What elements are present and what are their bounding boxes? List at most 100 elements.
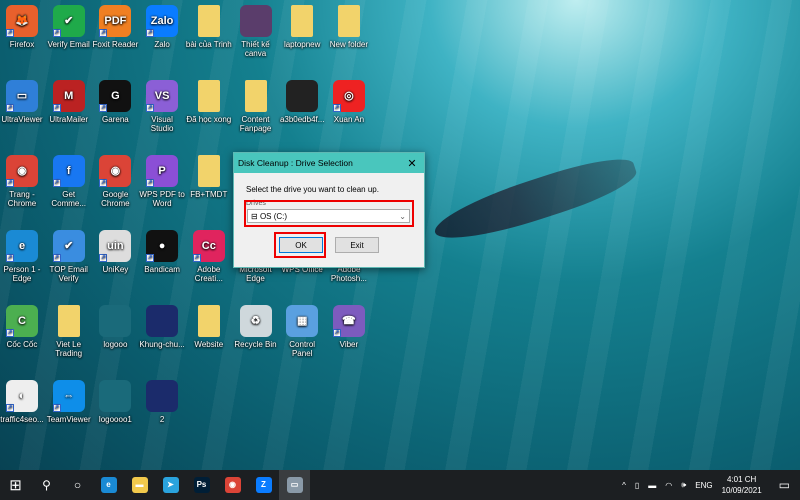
disk-cleanup-icon: ▭ [286, 477, 303, 493]
shortcut-arrow-icon: ↗ [6, 29, 14, 37]
icon-label: Viber [339, 340, 359, 349]
desktop-icon[interactable]: FB+TMDT [186, 152, 232, 199]
icon-glyph: ◉ [110, 164, 121, 177]
desktop-icon[interactable]: laptopnew [279, 2, 325, 49]
battery-icon[interactable]: ▬ [648, 481, 656, 490]
desktop-icon[interactable]: logooo [92, 302, 138, 349]
app-icon: ⇔ ↗ [52, 380, 85, 412]
app-icon: ◐ ↗ [6, 380, 38, 412]
app-icon: ♻ [239, 305, 272, 337]
desktop-icon[interactable]: PDF ↗ Foxit Reader [92, 2, 138, 49]
taskbar-app-photoshop[interactable]: Ps [186, 470, 217, 500]
desktop-icon[interactable]: Thiết kế canva [233, 2, 279, 58]
desktop-icon[interactable]: ◉ ↗ Trang - Chrome [0, 152, 45, 208]
folder-icon [197, 5, 220, 37]
desktop-icon[interactable]: Zalo ↗ Zalo [139, 2, 185, 49]
desktop-icon[interactable]: ◉ ↗ Google Chrome [92, 152, 138, 208]
folder-icon [291, 5, 314, 37]
shortcut-arrow-icon: ↗ [99, 179, 108, 187]
icon-glyph: ● [158, 239, 166, 252]
dialog-titlebar[interactable]: Disk Cleanup : Drive Selection ✕ [234, 153, 424, 173]
task-view-icon[interactable]: ○ [62, 470, 93, 500]
icon-label: Zalo [154, 40, 170, 49]
taskbar-app-zalo[interactable]: Z [248, 470, 279, 500]
close-icon[interactable]: ✕ [400, 157, 424, 170]
tray-chevron-icon[interactable]: ^ [622, 481, 626, 490]
desktop-icon[interactable]: ● ↗ Bandicam [139, 227, 185, 274]
search-icon[interactable]: ⚲ [31, 470, 62, 500]
shortcut-arrow-icon: ↗ [99, 104, 108, 112]
app-icon: ▭ ↗ [6, 80, 38, 112]
desktop-icon[interactable]: bài của Trinh [186, 2, 232, 49]
desktop-icon[interactable]: 2 [139, 377, 185, 424]
app-icon: P ↗ [146, 155, 179, 187]
icon-label: Foxit Reader [92, 40, 139, 49]
icon-label: 2 [159, 415, 165, 424]
app-icon: Cc ↗ [192, 230, 225, 262]
clock-date: 10/09/2021 [721, 486, 762, 495]
desktop-icon[interactable]: ▦ Control Panel [279, 302, 325, 358]
icon-label: Person 1 - Edge [3, 265, 41, 283]
taskbar-app-telegram[interactable]: ➤ [155, 470, 186, 500]
desktop-icon[interactable]: Website [186, 302, 232, 349]
desktop-icon[interactable]: Đã học xong [186, 77, 232, 124]
app-icon [286, 80, 319, 112]
notifications-icon[interactable]: ▭ [779, 478, 790, 492]
desktop-icon[interactable]: G ↗ Garena [92, 77, 138, 124]
desktop-icon[interactable]: f ↗ Get Comme... [46, 152, 92, 208]
exit-button[interactable]: Exit [335, 237, 379, 253]
desktop-icon[interactable]: ◐ ↗ traffic4seo... [0, 377, 45, 424]
icon-glyph: ⇔ [63, 389, 75, 402]
desktop-icon[interactable]: Cc ↗ Adobe Creati... [186, 227, 232, 283]
language-indicator[interactable]: ENG [695, 481, 712, 490]
desktop-icon[interactable]: uin ↗ UniKey [92, 227, 138, 274]
desktop-icon[interactable]: Viet Le Trading [46, 302, 92, 358]
desktop-icon[interactable]: a3b0edb4f... [279, 77, 325, 124]
app-icon: e↗ [6, 230, 38, 262]
desktop-icon[interactable]: e ↗ Person 1 - Edge [0, 227, 45, 283]
desktop-icon[interactable]: ✔ ↗ TOP Email Verify [46, 227, 92, 283]
desktop-icon[interactable]: ▭ ↗ UltraViewer [0, 77, 45, 124]
desktop-icon[interactable]: 🦊 ↗ Firefox [0, 2, 45, 49]
desktop-icon[interactable]: C ↗ Cốc Cốc [0, 302, 45, 349]
app-icon: ◎ ↗ [332, 80, 365, 112]
meet-now-icon[interactable]: ▯ [635, 481, 639, 490]
desktop-icon[interactable]: VS ↗ Visual Studio [139, 77, 185, 133]
desktop-icon[interactable]: P ↗ WPS PDF to Word [139, 152, 185, 208]
taskbar-app-chrome[interactable]: ◉ [217, 470, 248, 500]
desktop-icon[interactable]: New folder [326, 2, 372, 49]
icon-label: Garena [102, 115, 129, 124]
chrome-icon: ◉ [224, 477, 241, 493]
clock-time: 4:01 CH [726, 475, 757, 484]
icon-glyph: G [111, 89, 120, 102]
folder-icon [57, 305, 80, 337]
desktop-icon[interactable]: ✔ ↗ Verify Email [46, 2, 92, 49]
desktop-icon[interactable]: Khung-chu... [139, 302, 185, 349]
shortcut-arrow-icon: ↗ [332, 104, 341, 112]
desktop-icon[interactable]: Content Fanpage [233, 77, 279, 133]
desktop-icon[interactable]: ♻ Recycle Bin [233, 302, 279, 349]
app-icon: G ↗ [99, 80, 132, 112]
shortcut-arrow-icon: ↗ [6, 179, 14, 187]
app-icon: ◉ ↗ [6, 155, 38, 187]
desktop-icon[interactable]: M ↗ UltraMailer [46, 77, 92, 124]
start-button[interactable]: ⊞ [0, 470, 31, 500]
desktop-icon[interactable]: ◎ ↗ Xuan An [326, 77, 372, 124]
taskbar-app-disk-cleanup[interactable]: ▭ [279, 470, 310, 500]
volume-icon[interactable]: 🕪 [681, 480, 686, 490]
icon-label: Viet Le Trading [55, 340, 83, 358]
taskbar-app-edge[interactable]: e [93, 470, 124, 500]
edge-icon: e [100, 477, 117, 493]
desktop-icon[interactable]: ☎ ↗ Viber [326, 302, 372, 349]
clock[interactable]: 4:01 CH 10/09/2021 [722, 474, 762, 496]
network-icon[interactable]: ◠ [665, 481, 672, 490]
icon-glyph: ▭ [16, 89, 28, 102]
icon-glyph: ☎ [342, 314, 356, 327]
app-icon [99, 380, 132, 412]
taskbar-app-file-explorer[interactable]: ▬ [124, 470, 155, 500]
app-icon: ✔ ↗ [52, 5, 85, 37]
icon-label: Bandicam [144, 265, 180, 274]
desktop-icon[interactable]: logoooo1 [92, 377, 138, 424]
desktop-icon[interactable]: ⇔ ↗ TeamViewer [46, 377, 92, 424]
icon-label: logooo [103, 340, 128, 349]
